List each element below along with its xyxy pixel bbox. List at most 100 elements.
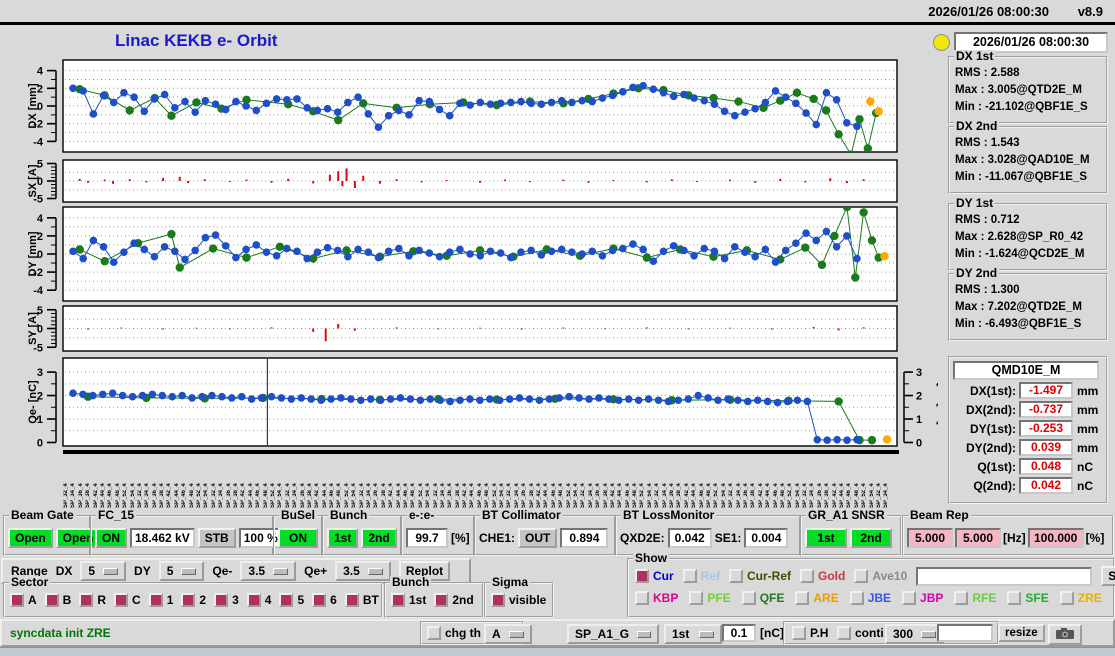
sector-item-4[interactable]: 4 <box>246 593 271 607</box>
points-select[interactable]: 300 <box>885 624 945 644</box>
busel-on-button[interactable]: ON <box>278 528 318 548</box>
sigma-visible-item[interactable]: visible <box>491 593 546 607</box>
bunch-1st-button[interactable]: 1st <box>327 528 359 548</box>
chg-th-checkbox[interactable] <box>427 626 441 640</box>
bunch-select[interactable]: 1st <box>664 624 722 644</box>
sector-4-checkbox[interactable] <box>246 593 261 607</box>
show-cur-item[interactable]: Cur <box>635 569 674 583</box>
ph-item[interactable]: P.H <box>792 626 828 640</box>
svg-text:2: 2 <box>916 391 922 403</box>
show-zre-checkbox[interactable] <box>1059 591 1074 605</box>
show-gold-item[interactable]: Gold <box>800 569 845 583</box>
show-pfe-checkbox[interactable] <box>689 591 704 605</box>
x-axis-label: SP_42_4 <box>240 483 247 508</box>
show-jbe-checkbox[interactable] <box>849 591 864 605</box>
ph-checkbox[interactable] <box>792 626 806 640</box>
bunch-1st-checkbox[interactable] <box>391 593 405 607</box>
x-axis-label: SP_52_4 <box>639 483 646 508</box>
fc15-stb-button[interactable]: STB <box>197 528 236 548</box>
sector-item-c[interactable]: C <box>114 593 141 607</box>
monitor-row-value: 0.039 <box>1019 439 1073 456</box>
sector-item-1[interactable]: 1 <box>148 593 173 607</box>
show-ref-item[interactable]: Ref <box>682 569 720 583</box>
sigma-visible-checkbox[interactable] <box>491 593 505 607</box>
conti-checkbox[interactable] <box>837 626 851 640</box>
x-axis-label: SP_46_4 <box>772 483 779 508</box>
range-dx-select[interactable]: 5 <box>80 561 127 581</box>
beam-gate-open-button-1[interactable]: Open <box>8 528 53 548</box>
show-jbp-checkbox[interactable] <box>902 591 917 605</box>
sector-item-6[interactable]: 6 <box>312 593 337 607</box>
gr-a1-2nd-button[interactable]: 2nd <box>850 528 892 548</box>
screenshot-button[interactable] <box>1048 624 1082 645</box>
sector-r-checkbox[interactable] <box>79 593 94 607</box>
show-qfe-checkbox[interactable] <box>741 591 756 605</box>
sector-3-checkbox[interactable] <box>214 593 229 607</box>
fc15-on-button[interactable]: ON <box>95 528 127 548</box>
range-qep-select[interactable]: 3.5 <box>335 561 391 581</box>
show-kbp-checkbox[interactable] <box>635 591 649 605</box>
show-kbp-item[interactable]: KBP <box>635 591 678 605</box>
bunch-1st-item[interactable]: 1st <box>391 593 426 607</box>
resize-button[interactable]: resize <box>998 624 1045 642</box>
range-dy-select[interactable]: 5 <box>158 561 205 581</box>
range-dy-label: DY <box>134 564 151 578</box>
sector-c-checkbox[interactable] <box>114 593 129 607</box>
show-jbp-item[interactable]: JBP <box>902 591 943 605</box>
sector-6-checkbox[interactable] <box>312 593 327 607</box>
gr-a1-1st-button[interactable]: 1st <box>805 528 847 548</box>
show-cur-ref-item[interactable]: Cur-Ref <box>729 569 791 583</box>
show-sfe-item[interactable]: SFE <box>1007 591 1049 605</box>
x-axis-label: SP_34_4 <box>883 483 890 508</box>
show-rfe-checkbox[interactable] <box>954 591 969 605</box>
show-are-item[interactable]: ARE <box>795 591 839 605</box>
chg-th-select[interactable]: A <box>484 624 532 644</box>
show-ref-checkbox[interactable] <box>682 569 697 583</box>
set-ref-button[interactable]: Set Ref <box>1101 566 1115 586</box>
show-ave10-item[interactable]: Ave10 <box>854 569 907 583</box>
x-axis-label: SP_32_4 <box>284 483 291 508</box>
sector-b-checkbox[interactable] <box>44 593 59 607</box>
show-rfe-item[interactable]: RFE <box>954 591 996 605</box>
show-gold-checkbox[interactable] <box>800 569 815 583</box>
group-legend: Sector <box>9 575 51 589</box>
show-cur-ref-checkbox[interactable] <box>729 569 744 583</box>
range-qem-select[interactable]: 3.5 <box>240 561 297 581</box>
bunch-2nd-button[interactable]: 2nd <box>361 528 397 548</box>
threshold-input[interactable] <box>722 624 756 642</box>
monitor-row-label: Q(2nd): <box>973 478 1016 493</box>
device-select[interactable]: SP_A1_G <box>567 624 659 644</box>
sector-1-checkbox[interactable] <box>148 593 163 607</box>
sector-a-checkbox[interactable] <box>10 593 24 607</box>
ref-name-input[interactable] <box>916 566 1093 586</box>
sector-item-r[interactable]: R <box>79 593 106 607</box>
sector-item-bt[interactable]: BT <box>344 593 379 607</box>
che1-out-button[interactable]: OUT <box>518 528 558 548</box>
show-ave10-checkbox[interactable] <box>854 569 869 583</box>
bunch-2nd-item[interactable]: 2nd <box>434 593 474 607</box>
x-axis-label: SP_34_4 <box>144 483 151 508</box>
show-qfe-item[interactable]: QFE <box>741 591 784 605</box>
sector-item-2[interactable]: 2 <box>181 593 206 607</box>
sector-5-checkbox[interactable] <box>279 593 294 607</box>
x-axis-label: SP_52_4 <box>713 483 720 508</box>
extra-input[interactable] <box>937 624 993 642</box>
conti-item[interactable]: conti <box>837 626 884 640</box>
chg-th-item[interactable]: chg th <box>427 626 481 640</box>
stat-box-dy-1st: DY 1st RMS : 0.712 Max : 2.628@SP_R0_42 … <box>948 197 1108 271</box>
show-jbe-item[interactable]: JBE <box>849 591 891 605</box>
x-axis-label: SP_52_4 <box>787 483 794 508</box>
show-cur-checkbox[interactable] <box>635 569 649 583</box>
x-axis-label: SP_44_4 <box>617 483 624 508</box>
show-zre-item[interactable]: ZRE <box>1059 591 1102 605</box>
sector-bt-checkbox[interactable] <box>344 593 359 607</box>
show-sfe-checkbox[interactable] <box>1007 591 1022 605</box>
sector-item-5[interactable]: 5 <box>279 593 304 607</box>
show-pfe-item[interactable]: PFE <box>689 591 731 605</box>
sector-item-a[interactable]: A <box>10 593 37 607</box>
bunch-2nd-checkbox[interactable] <box>434 593 449 607</box>
sector-item-3[interactable]: 3 <box>214 593 239 607</box>
sector-2-checkbox[interactable] <box>181 593 196 607</box>
sector-item-b[interactable]: B <box>44 593 71 607</box>
show-are-checkbox[interactable] <box>795 591 810 605</box>
